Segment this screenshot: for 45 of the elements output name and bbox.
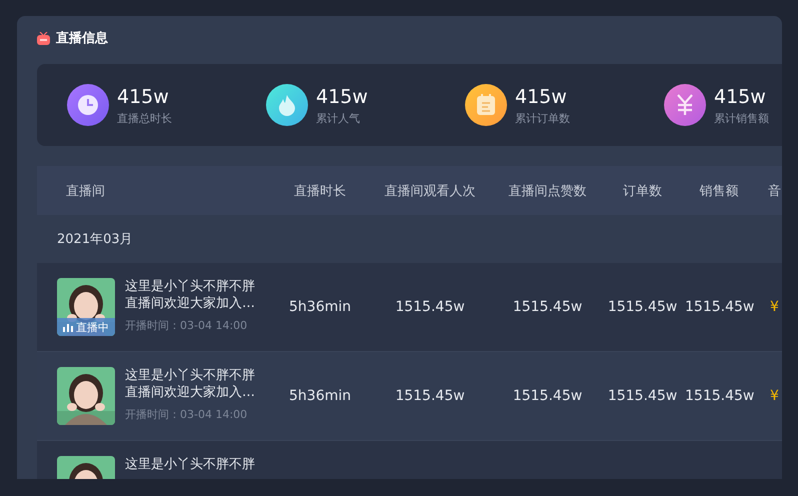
room-title: 直播间欢迎大家加入… [125,384,255,401]
column-header: 直播间 [65,182,106,200]
table-cell-text: 1515.45w [606,388,678,404]
table-cell-text: 1515.45w [606,299,678,315]
tv-icon [37,32,50,44]
column-header: 直播间点赞数 [508,182,588,200]
table-cell-text: 5h36min [288,299,352,315]
column-header: 音 [767,182,782,200]
yuan-icon [675,94,695,116]
table-cell-text: 1515.45w [512,299,584,315]
table-cell-text: 1515.45w [394,388,466,404]
column-header: 直播时长 [293,182,347,200]
start-time: 开播时间：03-04 14:00 [125,407,248,422]
table-cell-text: 5h36min [288,388,352,404]
table-row[interactable]: 这里是小丫头不胖不胖 [37,441,782,479]
table-cell-text: 1515.45w [394,299,466,315]
stat-label: 累计订单数 [515,110,570,126]
bars-icon [63,322,73,332]
room-title: 这里是小丫头不胖不胖 [125,367,255,384]
stat-label: 累计销售额 [714,110,769,126]
table-cell: 1515.45w [685,388,753,404]
stat-label: 直播总时长 [117,110,172,126]
room-title: 这里是小丫头不胖不胖 [125,278,255,295]
notepad-icon [476,94,496,116]
flame-icon [278,94,296,116]
table-cell-text: ¥ [769,388,780,404]
column-header: 直播间观看人次 [384,182,476,200]
section-title: 直播信息 [56,30,108,47]
stat-label: 累计人气 [316,110,361,126]
table-row[interactable]: 直播中 这里是小丫头不胖不胖 直播间欢迎大家加入… 开播时间：03-04 14:00 5h36min 1515.45w 1515.45w 1515.45w 1515.45w ¥ [37,263,782,352]
table-cell-text: ¥ [769,299,780,315]
table-cell-text: 1515.45w [512,388,584,404]
column-header: 订单数 [622,182,663,200]
clock-icon [77,94,99,116]
room-title: 这里是小丫头不胖不胖 [125,456,255,473]
month-label: 2021年03月 [57,231,133,248]
stat-value: 415w [714,84,767,108]
stat-value: 415w [316,84,368,108]
start-time: 开播时间：03-04 14:00 [125,318,248,333]
column-header: 销售额 [698,182,740,200]
live-badge: 直播中 [57,318,115,336]
stat-value: 415w [117,84,170,108]
table-cell: 1515.45w [685,299,753,315]
room-title: 直播间欢迎大家加入… [125,295,255,312]
stat-value: 415w [515,84,568,108]
